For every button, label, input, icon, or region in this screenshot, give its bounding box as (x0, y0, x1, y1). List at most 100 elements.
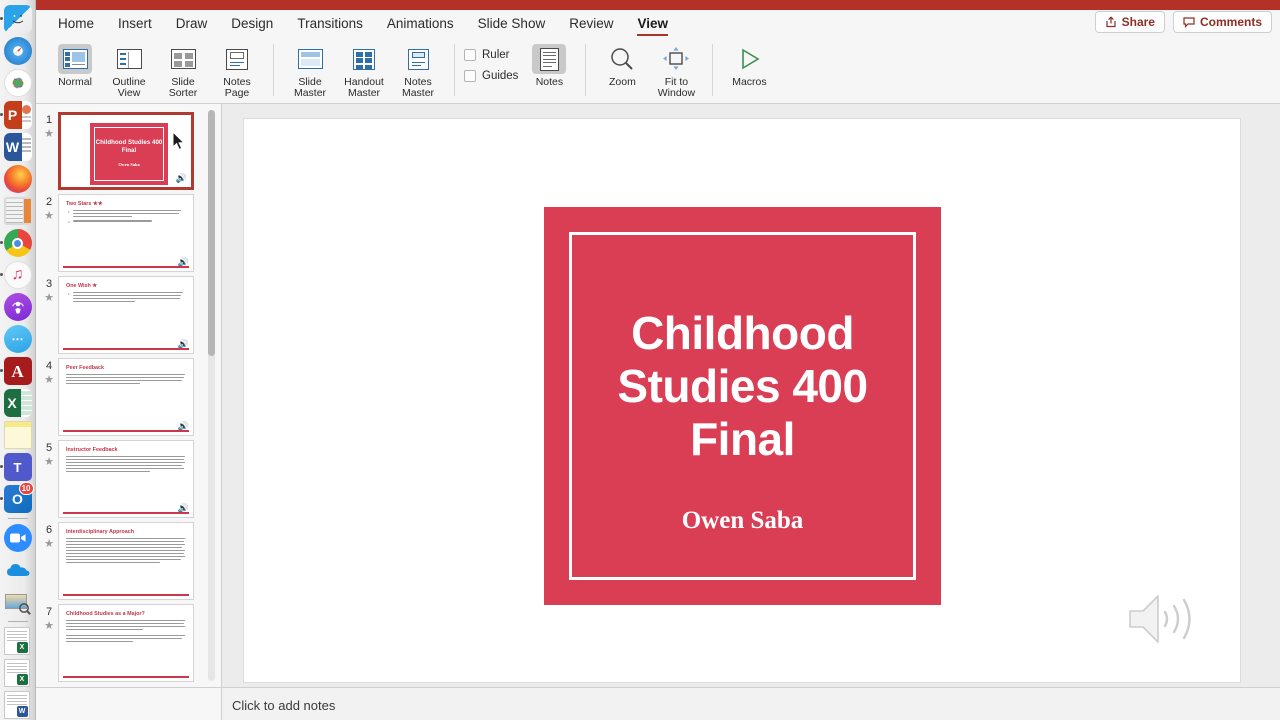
thumbnail-row-3[interactable]: 3 ★ One Wish ★ 1. 🔊 (36, 272, 221, 354)
slide-master-icon (293, 44, 327, 74)
tab-review[interactable]: Review (557, 14, 625, 35)
speaker-icon[interactable] (1126, 591, 1202, 647)
slide-title[interactable]: Childhood Studies 400 Final (584, 307, 901, 466)
dock-item-word[interactable]: W (3, 132, 33, 162)
dock-item-chrome[interactable] (0, 228, 33, 258)
dock-item-preview[interactable] (3, 587, 33, 617)
slide-thumbnail-4[interactable]: Peer Feedback 🔊 (58, 358, 194, 436)
slide-subtitle[interactable]: Owen Saba (584, 507, 901, 535)
powerpoint-icon: P (3, 101, 32, 129)
slide-thumbnail-5[interactable]: Instructor Feedback 🔊 (58, 440, 194, 518)
tab-insert[interactable]: Insert (106, 14, 164, 35)
thumbnail-row-4[interactable]: 4 ★ Peer Feedback 🔊 (36, 354, 221, 436)
photos-icon (3, 69, 32, 97)
guides-checkbox[interactable] (464, 70, 476, 82)
tab-view[interactable]: View (625, 14, 680, 36)
tab-draw[interactable]: Draw (164, 14, 220, 35)
magnifier-glyph (611, 48, 634, 70)
dock-item-music[interactable]: ♫ (0, 260, 33, 290)
tab-slide-show[interactable]: Slide Show (466, 14, 558, 35)
guides-checkbox-row[interactable]: Guides (464, 70, 518, 82)
show-group: Ruler Guides Notes (464, 42, 576, 102)
dock-item-photos[interactable] (3, 68, 33, 98)
running-indicator (0, 113, 3, 116)
dock-item-powerpoint[interactable]: P (0, 100, 33, 130)
dock-item-teams[interactable]: T (0, 452, 33, 482)
dock-item-firefox[interactable] (3, 164, 33, 194)
dock-item-acrobat[interactable]: A (0, 356, 33, 386)
thumbnail-row-7[interactable]: 7 ★ Childhood Studies as a Major? (36, 600, 221, 682)
slide-number-group-4: 4 ★ (40, 358, 58, 436)
thumbnail-scrollbar-thumb[interactable] (208, 110, 215, 356)
fit-arrows-glyph (663, 47, 690, 70)
animation-star-icon: ★ (44, 620, 54, 632)
slide-thumbnail-2[interactable]: Two Stars ★★ 1. 2. 🔊 (58, 194, 194, 272)
tab-animations[interactable]: Animations (375, 14, 466, 35)
tab-design[interactable]: Design (219, 14, 285, 35)
comments-button[interactable]: Comments (1172, 11, 1272, 33)
current-slide[interactable]: Childhood Studies 400 Final Owen Saba (244, 119, 1240, 682)
tab-home[interactable]: Home (46, 14, 106, 35)
dock-item-zoom[interactable] (3, 523, 33, 553)
ribbon-separator (454, 44, 455, 96)
title-placeholder-box[interactable]: Childhood Studies 400 Final Owen Saba (544, 207, 941, 605)
finder-icon (3, 5, 32, 33)
slide-thumbnail-1[interactable]: Childhood Studies 400 Final Owen Saba 🔊 (58, 112, 194, 190)
dock-separator (7, 518, 28, 519)
dock-item-finder[interactable] (0, 4, 33, 34)
speaker-icon-mini: 🔊 (175, 173, 187, 183)
handout-master-button[interactable]: Handout Master (337, 42, 391, 99)
thumbnail-row-5[interactable]: 5 ★ Instructor Feedback 🔊 (36, 436, 221, 518)
slide-number: 6 (45, 524, 53, 536)
mini-list-item (66, 620, 186, 632)
dock-item-safari[interactable] (3, 36, 33, 66)
dock-item-stickies[interactable] (3, 420, 33, 450)
macros-label: Macros (732, 76, 767, 88)
slide-number: 5 (45, 442, 53, 454)
dock-item-outlook[interactable]: O 10 (0, 482, 34, 514)
thumbnail-row-1[interactable]: 1 ★ Childhood Studies 400 Final Owen Sab… (36, 108, 221, 190)
thumbnail-row-6[interactable]: 6 ★ Interdisciplinary Approach (36, 518, 221, 600)
share-button[interactable]: Share (1094, 11, 1165, 33)
dock-item-podcasts[interactable] (3, 292, 33, 322)
slide-accent-bar (63, 594, 189, 596)
thumbnail-row-2[interactable]: 2 ★ Two Stars ★★ 1. 2. 🔊 (36, 190, 221, 272)
dock-item-calculator[interactable] (3, 196, 33, 226)
document-thumbnail: X (3, 627, 30, 655)
ruler-checkbox-row[interactable]: Ruler (464, 49, 518, 61)
notes-toggle-label: Notes (535, 76, 564, 88)
music-note-icon: ♫ (3, 261, 32, 289)
slide-master-button[interactable]: Slide Master (283, 42, 337, 99)
outline-view-icon (112, 44, 146, 74)
notes-input-area[interactable]: Click to add notes (222, 688, 1280, 720)
slide-thumbnail-6[interactable]: Interdisciplinary Approach (58, 522, 194, 600)
slide-thumbnail-pane[interactable]: 1 ★ Childhood Studies 400 Final Owen Sab… (36, 104, 222, 687)
tab-transitions[interactable]: Transitions (285, 14, 375, 35)
slide-sorter-label: Slide Sorter (168, 76, 198, 99)
ruler-checkbox[interactable] (464, 49, 476, 61)
slide-thumbnail-3[interactable]: One Wish ★ 1. 🔊 (58, 276, 194, 354)
outline-view-button[interactable]: Outline View (102, 42, 156, 99)
dock-item-messages[interactable]: ⋯ (3, 324, 33, 354)
teams-icon: T (3, 453, 32, 481)
notes-master-button[interactable]: Notes Master (391, 42, 445, 99)
dock-doc-excel-2[interactable]: X (3, 658, 33, 688)
dock-doc-excel-1[interactable]: X (3, 626, 33, 656)
dock-doc-word-1[interactable]: W (3, 690, 33, 720)
zoom-button[interactable]: Zoom (595, 42, 649, 88)
notes-toggle-button[interactable]: Notes (522, 42, 576, 88)
running-indicator (0, 369, 3, 372)
stickies-icon (3, 421, 32, 449)
slide-sorter-button[interactable]: Slide Sorter (156, 42, 210, 99)
powerpoint-window: P W ♫ ⋯ A X T O 10 X X W Home Insert Dra… (0, 0, 1280, 720)
fit-to-window-button[interactable]: Fit to Window (649, 42, 703, 99)
normal-view-button[interactable]: Normal (48, 42, 102, 88)
notes-page-button[interactable]: Notes Page (210, 42, 264, 99)
dock-item-excel[interactable]: X (3, 388, 33, 418)
slide-thumbnail-7[interactable]: Childhood Studies as a Major? (58, 604, 194, 682)
ruler-label: Ruler (482, 49, 510, 61)
macros-button[interactable]: Macros (722, 42, 776, 88)
dock-item-onedrive[interactable] (3, 555, 33, 585)
podcast-glyph (11, 301, 24, 314)
animation-star-icon: ★ (44, 538, 54, 550)
